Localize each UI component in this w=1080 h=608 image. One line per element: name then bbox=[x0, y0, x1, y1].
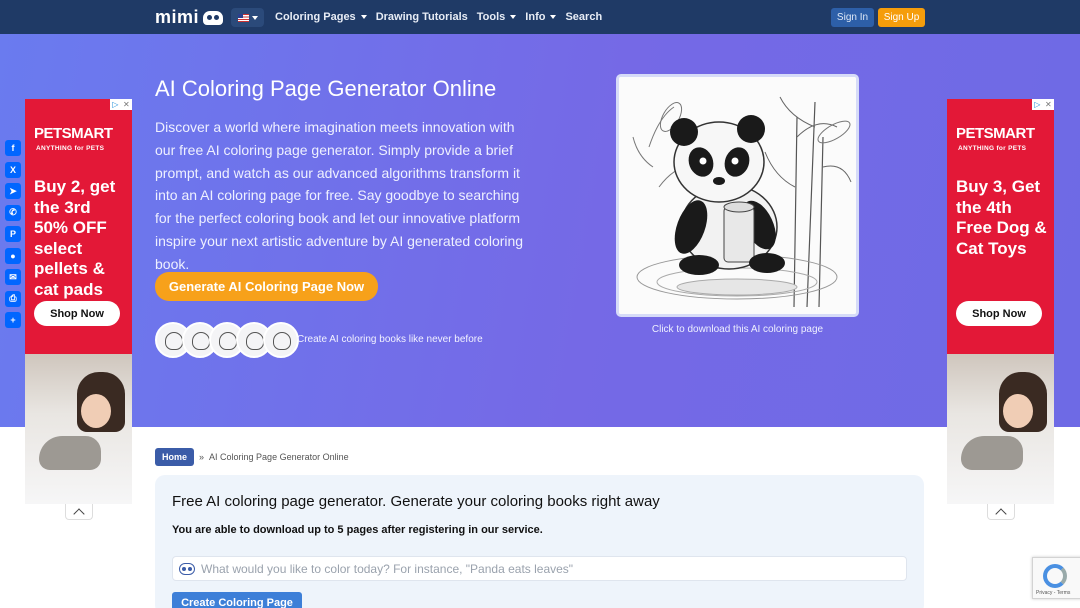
telegram-icon[interactable]: ➤ bbox=[5, 183, 21, 199]
coloring-page-preview[interactable] bbox=[616, 74, 859, 317]
generator-card: Free AI coloring page generator. Generat… bbox=[155, 475, 924, 608]
sample-thumbnail bbox=[263, 322, 299, 358]
ad-collapse-button[interactable] bbox=[65, 504, 93, 520]
nav-link-label: Search bbox=[565, 11, 603, 23]
chevron-up-icon bbox=[995, 508, 1007, 520]
ad-tagline: ANYTHING for PETS bbox=[958, 145, 1027, 152]
panda-coloring-image bbox=[619, 77, 856, 314]
chevron-up-icon bbox=[73, 508, 85, 520]
breadcrumb: Home » AI Coloring Page Generator Online bbox=[155, 448, 349, 466]
nav-link-label: Coloring Pages bbox=[275, 11, 356, 23]
ad-tagline: ANYTHING for PETS bbox=[36, 145, 105, 152]
thumbnails-caption: Create AI coloring books like never befo… bbox=[297, 334, 483, 345]
x-icon[interactable]: X bbox=[5, 161, 21, 178]
logo-text: mimi bbox=[155, 7, 200, 27]
panda-icon bbox=[179, 562, 195, 575]
nav-link-drawing-tutorials[interactable]: Drawing Tutorials bbox=[376, 11, 468, 23]
nav-link-info[interactable]: Info bbox=[525, 11, 557, 23]
whatsapp-icon[interactable]: ✆ bbox=[5, 204, 21, 221]
recaptcha-links: Privacy - Terms bbox=[1036, 590, 1071, 596]
nav-link-coloring-pages[interactable]: Coloring Pages bbox=[275, 11, 367, 23]
top-nav: mimi Coloring Pages Drawing Tutorials Tool… bbox=[0, 0, 1080, 34]
ad-photo bbox=[25, 354, 132, 504]
recaptcha-badge[interactable]: Privacy - Terms bbox=[1032, 557, 1080, 599]
share-bar: f X ➤ ✆ P ● ✉ ⎙ + bbox=[5, 140, 21, 328]
ad-shop-now-button[interactable]: Shop Now bbox=[956, 301, 1042, 326]
download-limit-note: You are able to download up to 5 pages a… bbox=[172, 524, 543, 536]
chevron-down-icon bbox=[360, 15, 367, 19]
page-title: AI Coloring Page Generator Online bbox=[155, 76, 497, 101]
hero-description: Discover a world where imagination meets… bbox=[155, 119, 524, 272]
ad-headline: Buy 2, get the 3rd 50% OFF select pellet… bbox=[34, 177, 116, 299]
us-flag-icon bbox=[237, 13, 249, 22]
nav-link-label: Info bbox=[525, 11, 546, 23]
prompt-field[interactable] bbox=[172, 556, 907, 581]
ad-shop-now-button[interactable]: Shop Now bbox=[34, 301, 120, 326]
email-icon[interactable]: ✉ bbox=[5, 269, 21, 285]
pinterest-icon[interactable]: P bbox=[5, 226, 21, 242]
sample-thumbnails bbox=[155, 322, 299, 358]
ad-brand: PETSMART bbox=[956, 125, 1035, 142]
ad-banner-right[interactable]: ▷ ✕ PETSMART ANYTHING for PETS Buy 3, Get… bbox=[947, 99, 1054, 504]
ad-brand: PETSMART bbox=[34, 125, 113, 142]
create-coloring-page-button[interactable]: Create Coloring Page bbox=[172, 592, 302, 608]
generate-cta-button[interactable]: Generate AI Coloring Page Now bbox=[155, 272, 378, 301]
site-logo[interactable]: mimi bbox=[155, 7, 224, 28]
breadcrumb-current: AI Coloring Page Generator Online bbox=[209, 452, 349, 462]
breadcrumb-separator: » bbox=[199, 452, 205, 462]
ad-banner-left[interactable]: ▷ ✕ PETSMART ANYTHING for PETS Buy 2, get… bbox=[25, 99, 132, 504]
print-icon[interactable]: ⎙ bbox=[5, 290, 21, 307]
nav-link-label: Tools bbox=[476, 11, 506, 23]
reddit-icon[interactable]: ● bbox=[5, 247, 21, 264]
chevron-down-icon bbox=[251, 15, 258, 20]
language-selector[interactable] bbox=[231, 8, 264, 27]
breadcrumb-home-link[interactable]: Home bbox=[155, 448, 195, 466]
nav-link-label: Drawing Tutorials bbox=[375, 11, 468, 23]
sign-in-button[interactable]: Sign In bbox=[831, 8, 874, 27]
prompt-input[interactable] bbox=[201, 561, 891, 576]
ad-headline: Buy 3, Get the 4th Free Dog & Cat Toys bbox=[956, 177, 1047, 258]
ad-photo bbox=[947, 354, 1054, 504]
share-icon[interactable]: + bbox=[5, 312, 21, 328]
sign-up-button[interactable]: Sign Up bbox=[878, 8, 925, 27]
panda-logo-icon bbox=[203, 10, 224, 25]
chevron-down-icon bbox=[510, 15, 517, 19]
ad-collapse-button[interactable] bbox=[987, 504, 1015, 520]
facebook-icon[interactable]: f bbox=[5, 140, 21, 156]
generator-title: Free AI coloring page generator. Generat… bbox=[172, 493, 660, 510]
ad-choices-icon[interactable]: ▷ ✕ bbox=[110, 99, 132, 110]
ad-choices-icon[interactable]: ▷ ✕ bbox=[1032, 99, 1054, 110]
chevron-down-icon bbox=[550, 15, 557, 19]
nav-link-tools[interactable]: Tools bbox=[477, 11, 517, 23]
hero-section: AI Coloring Page Generator Online Discov… bbox=[0, 34, 1080, 427]
nav-link-search[interactable]: Search bbox=[565, 11, 602, 23]
nav-links: Coloring Pages Drawing Tutorials Tools Info… bbox=[275, 0, 602, 34]
recaptcha-icon bbox=[1043, 564, 1067, 588]
preview-caption: Click to download this AI coloring page bbox=[651, 324, 824, 335]
